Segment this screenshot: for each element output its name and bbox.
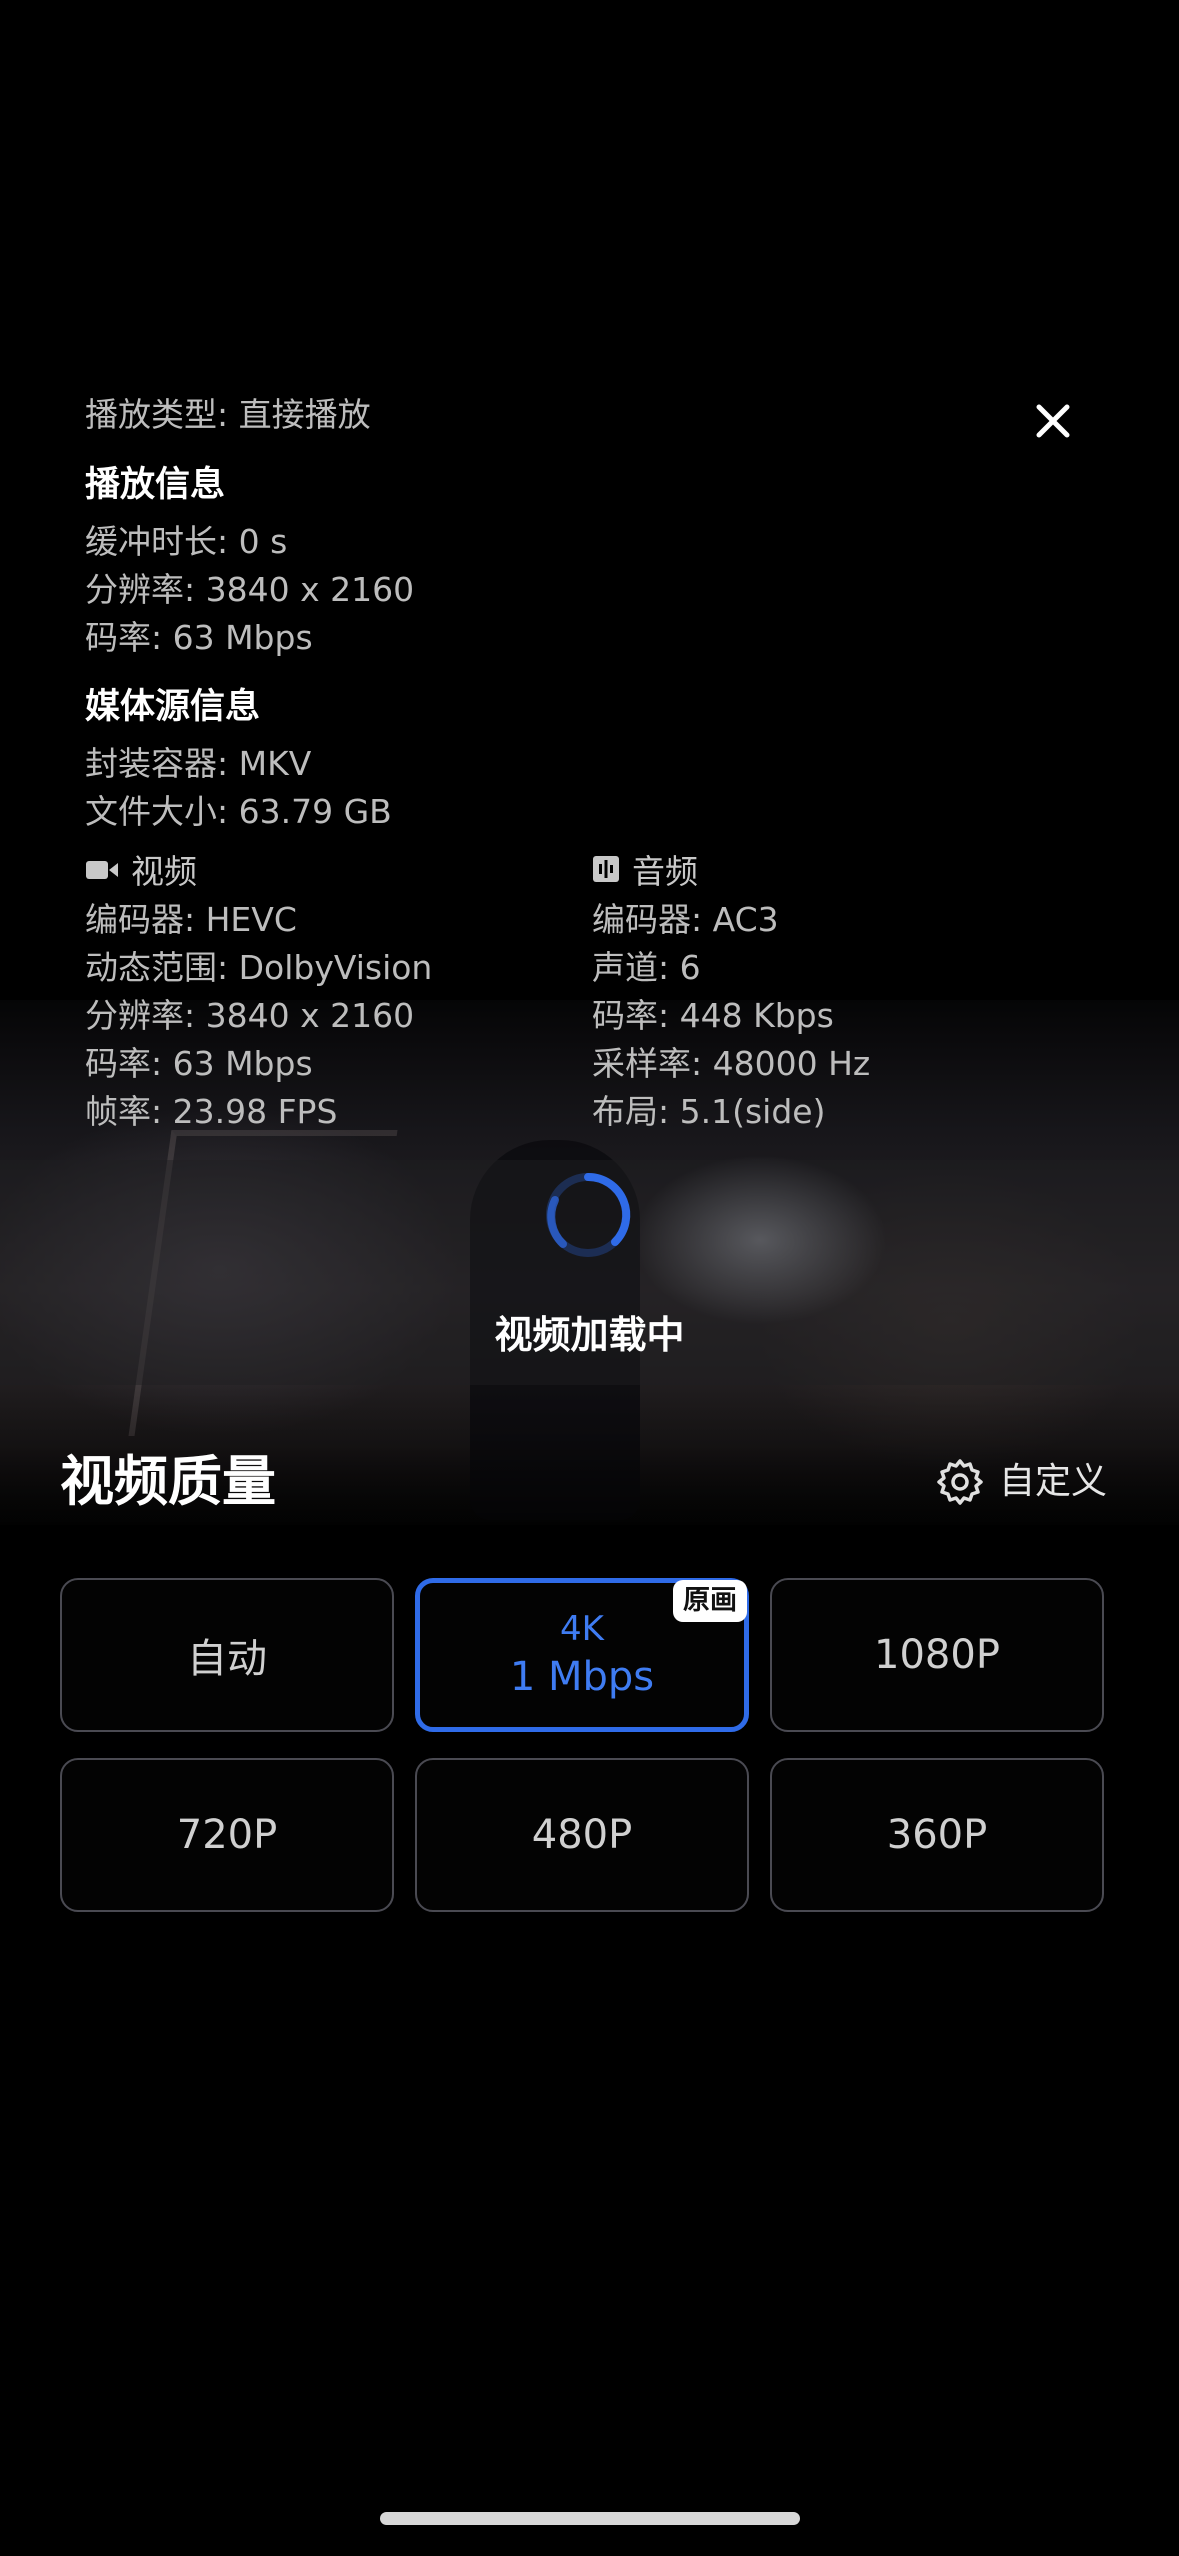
- playback-type-text: 播放类型: 直接播放: [85, 395, 371, 434]
- audio-waveform-icon: [592, 852, 620, 892]
- quality-option-label: 720P: [176, 1812, 278, 1858]
- playback-bitrate-text: 码率: 63 Mbps: [85, 618, 313, 657]
- buffer-duration-text: 缓冲时长: 0 s: [85, 522, 288, 561]
- playback-info-heading: 播放信息: [85, 465, 226, 505]
- quality-option-label: 自动: [187, 1636, 267, 1682]
- video-camera-icon: [85, 852, 119, 892]
- loading-spinner-icon: [543, 1170, 633, 1260]
- video-section-heading: 视频: [85, 852, 197, 892]
- file-size-text: 文件大小: 63.79 GB: [85, 792, 392, 831]
- audio-sample-rate-text: 采样率: 48000 Hz: [592, 1044, 871, 1083]
- gear-icon: [937, 1459, 983, 1505]
- container-text: 封装容器: MKV: [85, 744, 312, 783]
- original-quality-badge: 原画: [673, 1580, 747, 1622]
- audio-section-title: 音频: [632, 852, 698, 891]
- close-icon: [1036, 404, 1070, 438]
- video-section-title: 视频: [131, 852, 197, 891]
- playback-resolution-text: 分辨率: 3840 x 2160: [85, 570, 415, 609]
- video-resolution-text: 分辨率: 3840 x 2160: [85, 996, 415, 1035]
- video-codec-text: 编码器: HEVC: [85, 900, 297, 939]
- quality-section-title: 视频质量: [60, 1450, 276, 1513]
- quality-option-720p[interactable]: 720P: [60, 1758, 394, 1912]
- video-frame-rate-text: 帧率: 23.98 FPS: [85, 1092, 338, 1131]
- loading-text: 视频加载中: [494, 1313, 685, 1357]
- quality-option-4k[interactable]: 4K 1 Mbps 原画: [415, 1578, 749, 1732]
- quality-option-480p[interactable]: 480P: [415, 1758, 749, 1912]
- audio-channels-text: 声道: 6: [592, 948, 701, 987]
- home-indicator[interactable]: [380, 2512, 800, 2525]
- quality-option-auto[interactable]: 自动: [60, 1578, 394, 1732]
- close-button[interactable]: [1028, 396, 1078, 446]
- media-source-heading: 媒体源信息: [85, 687, 261, 727]
- quality-option-resolution-label: 4K: [560, 1609, 604, 1649]
- audio-section-heading: 音频: [592, 852, 698, 892]
- custom-quality-button[interactable]: 自定义: [935, 1452, 1107, 1512]
- quality-option-bitrate-label: 1 Mbps: [509, 1654, 655, 1700]
- quality-option-360p[interactable]: 360P: [770, 1758, 1104, 1912]
- quality-option-label: 360P: [886, 1812, 988, 1858]
- quality-option-1080p[interactable]: 1080P: [770, 1578, 1104, 1732]
- audio-layout-text: 布局: 5.1(side): [592, 1092, 826, 1131]
- quality-option-label: 480P: [531, 1812, 633, 1858]
- audio-codec-text: 编码器: AC3: [592, 900, 779, 939]
- custom-quality-label: 自定义: [999, 1461, 1108, 1502]
- video-bitrate-text: 码率: 63 Mbps: [85, 1044, 313, 1083]
- video-dynamic-range-text: 动态范围: DolbyVision: [85, 948, 433, 987]
- quality-option-label: 1080P: [874, 1632, 1000, 1678]
- audio-bitrate-text: 码率: 448 Kbps: [592, 996, 834, 1035]
